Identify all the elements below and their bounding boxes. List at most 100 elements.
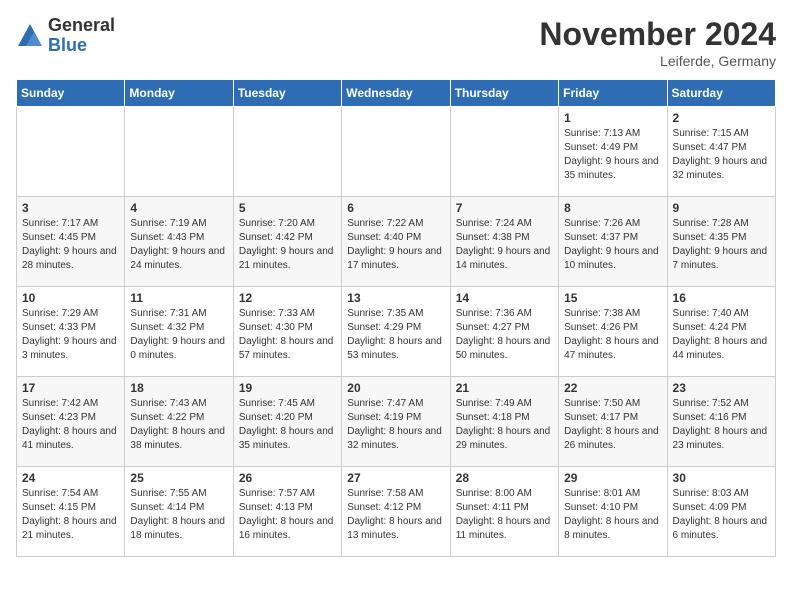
weekday-row: Sunday Monday Tuesday Wednesday Thursday… (17, 80, 776, 107)
day-info: Sunrise: 8:03 AM Sunset: 4:09 PM Dayligh… (673, 487, 770, 543)
day-number: 16 (673, 291, 770, 305)
calendar-cell: 22 Sunrise: 7:50 AM Sunset: 4:17 PM Dayli… (559, 377, 667, 467)
calendar-cell: 5 Sunrise: 7:20 AM Sunset: 4:42 PM Daylig… (233, 197, 341, 287)
calendar-cell: 16 Sunrise: 7:40 AM Sunset: 4:24 PM Dayli… (667, 287, 775, 377)
day-info: Sunrise: 7:43 AM Sunset: 4:22 PM Dayligh… (130, 397, 227, 453)
day-number: 1 (564, 111, 661, 125)
day-number: 7 (456, 201, 553, 215)
day-number: 30 (673, 471, 770, 485)
logo-text: General Blue (48, 16, 115, 56)
calendar-cell: 20 Sunrise: 7:47 AM Sunset: 4:19 PM Dayli… (342, 377, 450, 467)
calendar-week-row: 17 Sunrise: 7:42 AM Sunset: 4:23 PM Dayli… (17, 377, 776, 467)
weekday-sunday: Sunday (17, 80, 125, 107)
calendar-week-row: 10Sunrise: 7:29 AM Sunset: 4:33 PM Dayli… (17, 287, 776, 377)
day-info: Sunrise: 7:28 AM Sunset: 4:35 PM Dayligh… (673, 217, 770, 273)
day-info: Sunrise: 7:35 AM Sunset: 4:29 PM Dayligh… (347, 307, 444, 363)
day-info: Sunrise: 7:42 AM Sunset: 4:23 PM Dayligh… (22, 397, 119, 453)
weekday-wednesday: Wednesday (342, 80, 450, 107)
day-number: 13 (347, 291, 444, 305)
title-block: November 2024 Leiferde, Germany (539, 16, 776, 69)
day-number: 23 (673, 381, 770, 395)
day-number: 4 (130, 201, 227, 215)
calendar-cell: 2 Sunrise: 7:15 AM Sunset: 4:47 PM Daylig… (667, 107, 775, 197)
day-info: Sunrise: 7:17 AM Sunset: 4:45 PM Dayligh… (22, 217, 119, 273)
day-number: 27 (347, 471, 444, 485)
day-info: Sunrise: 7:45 AM Sunset: 4:20 PM Dayligh… (239, 397, 336, 453)
calendar-cell: 12 Sunrise: 7:33 AM Sunset: 4:30 PM Dayli… (233, 287, 341, 377)
day-number: 12 (239, 291, 336, 305)
calendar-cell: 27 Sunrise: 7:58 AM Sunset: 4:12 PM Dayli… (342, 467, 450, 557)
day-info: Sunrise: 7:24 AM Sunset: 4:38 PM Dayligh… (456, 217, 553, 273)
day-number: 29 (564, 471, 661, 485)
day-number: 22 (564, 381, 661, 395)
day-info: Sunrise: 7:54 AM Sunset: 4:15 PM Dayligh… (22, 487, 119, 543)
calendar-cell: 6Sunrise: 7:22 AM Sunset: 4:40 PM Daylig… (342, 197, 450, 287)
logo: General Blue (16, 16, 115, 56)
day-info: Sunrise: 7:29 AM Sunset: 4:33 PM Dayligh… (22, 307, 119, 363)
weekday-saturday: Saturday (667, 80, 775, 107)
calendar-week-row: 24 Sunrise: 7:54 AM Sunset: 4:15 PM Dayli… (17, 467, 776, 557)
day-info: Sunrise: 7:38 AM Sunset: 4:26 PM Dayligh… (564, 307, 661, 363)
day-info: Sunrise: 7:50 AM Sunset: 4:17 PM Dayligh… (564, 397, 661, 453)
day-info: Sunrise: 7:33 AM Sunset: 4:30 PM Dayligh… (239, 307, 336, 363)
logo-general: General (48, 16, 115, 36)
day-number: 24 (22, 471, 119, 485)
day-info: Sunrise: 7:58 AM Sunset: 4:12 PM Dayligh… (347, 487, 444, 543)
day-info: Sunrise: 8:00 AM Sunset: 4:11 PM Dayligh… (456, 487, 553, 543)
calendar-week-row: 3 Sunrise: 7:17 AM Sunset: 4:45 PM Daylig… (17, 197, 776, 287)
day-number: 26 (239, 471, 336, 485)
calendar-cell: 9 Sunrise: 7:28 AM Sunset: 4:35 PM Daylig… (667, 197, 775, 287)
calendar-cell: 4 Sunrise: 7:19 AM Sunset: 4:43 PM Daylig… (125, 197, 233, 287)
day-info: Sunrise: 8:01 AM Sunset: 4:10 PM Dayligh… (564, 487, 661, 543)
day-info: Sunrise: 7:13 AM Sunset: 4:49 PM Dayligh… (564, 127, 661, 183)
calendar-header: Sunday Monday Tuesday Wednesday Thursday… (17, 80, 776, 107)
day-number: 11 (130, 291, 227, 305)
calendar-cell: 26 Sunrise: 7:57 AM Sunset: 4:13 PM Dayli… (233, 467, 341, 557)
calendar-cell (125, 107, 233, 197)
logo-icon (16, 22, 44, 50)
day-info: Sunrise: 7:52 AM Sunset: 4:16 PM Dayligh… (673, 397, 770, 453)
calendar-cell (17, 107, 125, 197)
calendar-cell: 3 Sunrise: 7:17 AM Sunset: 4:45 PM Daylig… (17, 197, 125, 287)
weekday-friday: Friday (559, 80, 667, 107)
day-number: 3 (22, 201, 119, 215)
calendar-cell: 7 Sunrise: 7:24 AM Sunset: 4:38 PM Daylig… (450, 197, 558, 287)
calendar-cell (342, 107, 450, 197)
day-number: 8 (564, 201, 661, 215)
day-number: 2 (673, 111, 770, 125)
day-number: 9 (673, 201, 770, 215)
calendar-cell: 10Sunrise: 7:29 AM Sunset: 4:33 PM Dayli… (17, 287, 125, 377)
calendar-cell: 19 Sunrise: 7:45 AM Sunset: 4:20 PM Dayli… (233, 377, 341, 467)
calendar-cell: 23 Sunrise: 7:52 AM Sunset: 4:16 PM Dayli… (667, 377, 775, 467)
calendar-cell: 28Sunrise: 8:00 AM Sunset: 4:11 PM Dayli… (450, 467, 558, 557)
day-number: 15 (564, 291, 661, 305)
day-info: Sunrise: 7:57 AM Sunset: 4:13 PM Dayligh… (239, 487, 336, 543)
logo-blue: Blue (48, 36, 115, 56)
day-info: Sunrise: 7:40 AM Sunset: 4:24 PM Dayligh… (673, 307, 770, 363)
calendar-cell: 21Sunrise: 7:49 AM Sunset: 4:18 PM Dayli… (450, 377, 558, 467)
day-info: Sunrise: 7:36 AM Sunset: 4:27 PM Dayligh… (456, 307, 553, 363)
calendar-table: Sunday Monday Tuesday Wednesday Thursday… (16, 79, 776, 557)
month-title: November 2024 (539, 16, 776, 53)
day-info: Sunrise: 7:26 AM Sunset: 4:37 PM Dayligh… (564, 217, 661, 273)
location: Leiferde, Germany (539, 53, 776, 69)
calendar-cell: 1 Sunrise: 7:13 AM Sunset: 4:49 PM Daylig… (559, 107, 667, 197)
day-number: 19 (239, 381, 336, 395)
day-info: Sunrise: 7:19 AM Sunset: 4:43 PM Dayligh… (130, 217, 227, 273)
day-number: 17 (22, 381, 119, 395)
day-number: 18 (130, 381, 227, 395)
calendar-cell (233, 107, 341, 197)
calendar-cell: 17 Sunrise: 7:42 AM Sunset: 4:23 PM Dayli… (17, 377, 125, 467)
day-number: 20 (347, 381, 444, 395)
day-number: 6 (347, 201, 444, 215)
calendar-cell: 29 Sunrise: 8:01 AM Sunset: 4:10 PM Dayli… (559, 467, 667, 557)
day-number: 21 (456, 381, 553, 395)
day-info: Sunrise: 7:31 AM Sunset: 4:32 PM Dayligh… (130, 307, 227, 363)
day-info: Sunrise: 7:15 AM Sunset: 4:47 PM Dayligh… (673, 127, 770, 183)
calendar-cell: 13 Sunrise: 7:35 AM Sunset: 4:29 PM Dayli… (342, 287, 450, 377)
day-info: Sunrise: 7:20 AM Sunset: 4:42 PM Dayligh… (239, 217, 336, 273)
day-info: Sunrise: 7:55 AM Sunset: 4:14 PM Dayligh… (130, 487, 227, 543)
day-info: Sunrise: 7:47 AM Sunset: 4:19 PM Dayligh… (347, 397, 444, 453)
day-number: 5 (239, 201, 336, 215)
calendar-cell: 8 Sunrise: 7:26 AM Sunset: 4:37 PM Daylig… (559, 197, 667, 287)
